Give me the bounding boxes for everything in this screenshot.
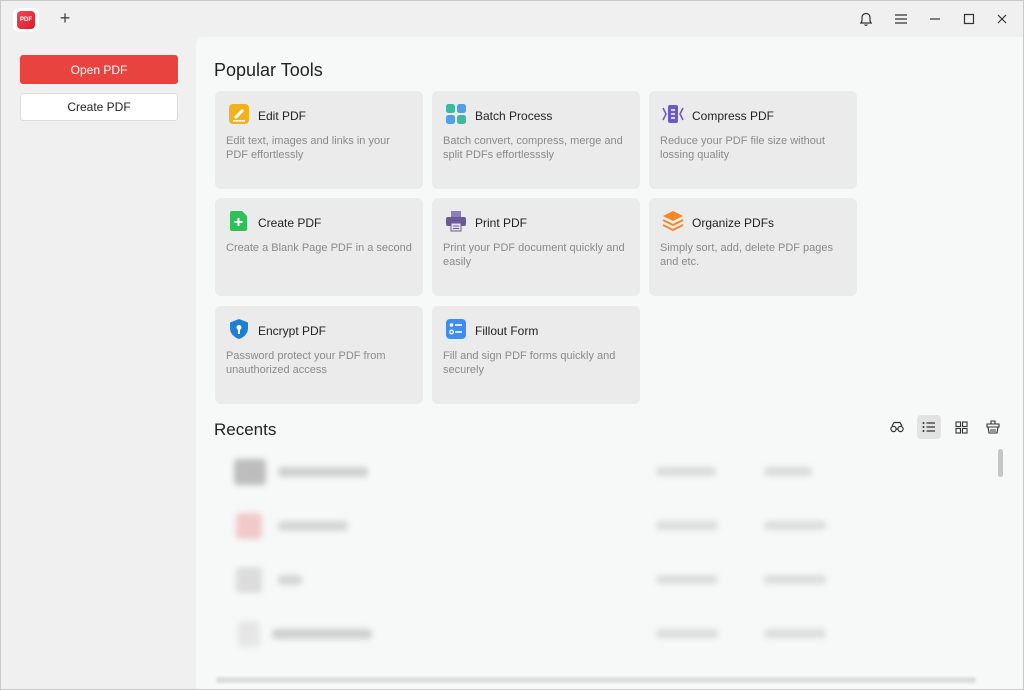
compress-icon <box>662 103 684 125</box>
tool-name: Compress PDF <box>692 109 775 123</box>
form-icon <box>445 318 467 340</box>
tool-card-encrypt-pdf[interactable]: Encrypt PDF Password protect your PDF fr… <box>215 306 423 404</box>
print-icon <box>445 210 467 232</box>
tool-name: Print PDF <box>475 216 528 230</box>
tool-card-create-pdf[interactable]: Create PDF Create a Blank Page PDF in a … <box>215 198 423 296</box>
new-tab-button[interactable]: + <box>56 8 74 28</box>
app-window: PDF + Open PDF Create PDF Popular Tools <box>0 0 1024 690</box>
tool-description: Password protect your PDF from unauthori… <box>226 350 386 376</box>
edit-icon <box>228 103 250 125</box>
organize-icon <box>662 210 684 232</box>
open-pdf-button[interactable]: Open PDF <box>20 55 178 84</box>
recents-title: Recents <box>214 420 277 439</box>
maximize-icon[interactable] <box>957 7 981 31</box>
search-view-icon[interactable] <box>885 415 909 439</box>
tool-card-edit-pdf[interactable]: Edit PDF Edit text, images and links in … <box>215 91 423 189</box>
create-pdf-button[interactable]: Create PDF <box>20 93 178 121</box>
main-panel: Popular Tools Edit PDF Edit text, images… <box>196 37 1023 689</box>
tool-description: Batch convert, compress, merge and split… <box>443 135 623 161</box>
app-logo[interactable]: PDF <box>13 8 39 32</box>
tool-name: Batch Process <box>475 109 553 123</box>
create-icon <box>228 210 250 232</box>
tool-description: Edit text, images and links in your PDF … <box>226 135 390 161</box>
tool-name: Organize PDFs <box>692 216 775 230</box>
tool-card-print-pdf[interactable]: Print PDF Print your PDF document quickl… <box>432 198 640 296</box>
popular-tools-title: Popular Tools <box>214 60 323 80</box>
close-icon[interactable] <box>990 7 1014 31</box>
tool-name: Create PDF <box>258 216 322 230</box>
tool-name: Edit PDF <box>258 109 307 123</box>
tool-description: Create a Blank Page PDF in a second <box>226 242 412 254</box>
tool-description: Fill and sign PDF forms quickly and secu… <box>443 350 616 376</box>
minimize-icon[interactable] <box>923 7 947 31</box>
tool-card-batch-process[interactable]: Batch Process Batch convert, compress, m… <box>432 91 640 189</box>
grid-view-icon[interactable] <box>949 415 973 439</box>
tool-card-organize-pdfs[interactable]: Organize PDFs Simply sort, add, delete P… <box>649 198 857 296</box>
tool-description: Print your PDF document quickly and easi… <box>443 242 625 268</box>
vertical-scrollbar[interactable] <box>998 449 1003 477</box>
list-item[interactable] <box>216 507 976 547</box>
tool-name: Encrypt PDF <box>258 324 327 338</box>
pdf-logo-icon: PDF <box>17 11 35 29</box>
tool-description: Reduce your PDF file size without lossin… <box>660 135 826 161</box>
recents-list <box>216 449 976 689</box>
tool-card-compress-pdf[interactable]: Compress PDF Reduce your PDF file size w… <box>649 91 857 189</box>
list-item[interactable] <box>216 561 976 601</box>
batch-icon <box>445 103 467 125</box>
tool-card-fillout-form[interactable]: Fillout Form Fill and sign PDF forms qui… <box>432 306 640 404</box>
list-item[interactable] <box>216 453 976 493</box>
sidebar: Open PDF Create PDF <box>1 37 195 689</box>
list-view-icon[interactable] <box>917 415 941 439</box>
notification-bell-icon[interactable] <box>854 7 878 31</box>
menu-icon[interactable] <box>889 7 913 31</box>
title-bar: PDF + <box>1 1 1023 37</box>
tool-name: Fillout Form <box>475 324 539 338</box>
horizontal-scrollbar[interactable] <box>216 677 976 683</box>
clean-icon[interactable] <box>981 415 1005 439</box>
tool-description: Simply sort, add, delete PDF pages and e… <box>660 242 834 268</box>
list-item[interactable] <box>216 615 976 655</box>
shield-icon <box>228 318 250 340</box>
